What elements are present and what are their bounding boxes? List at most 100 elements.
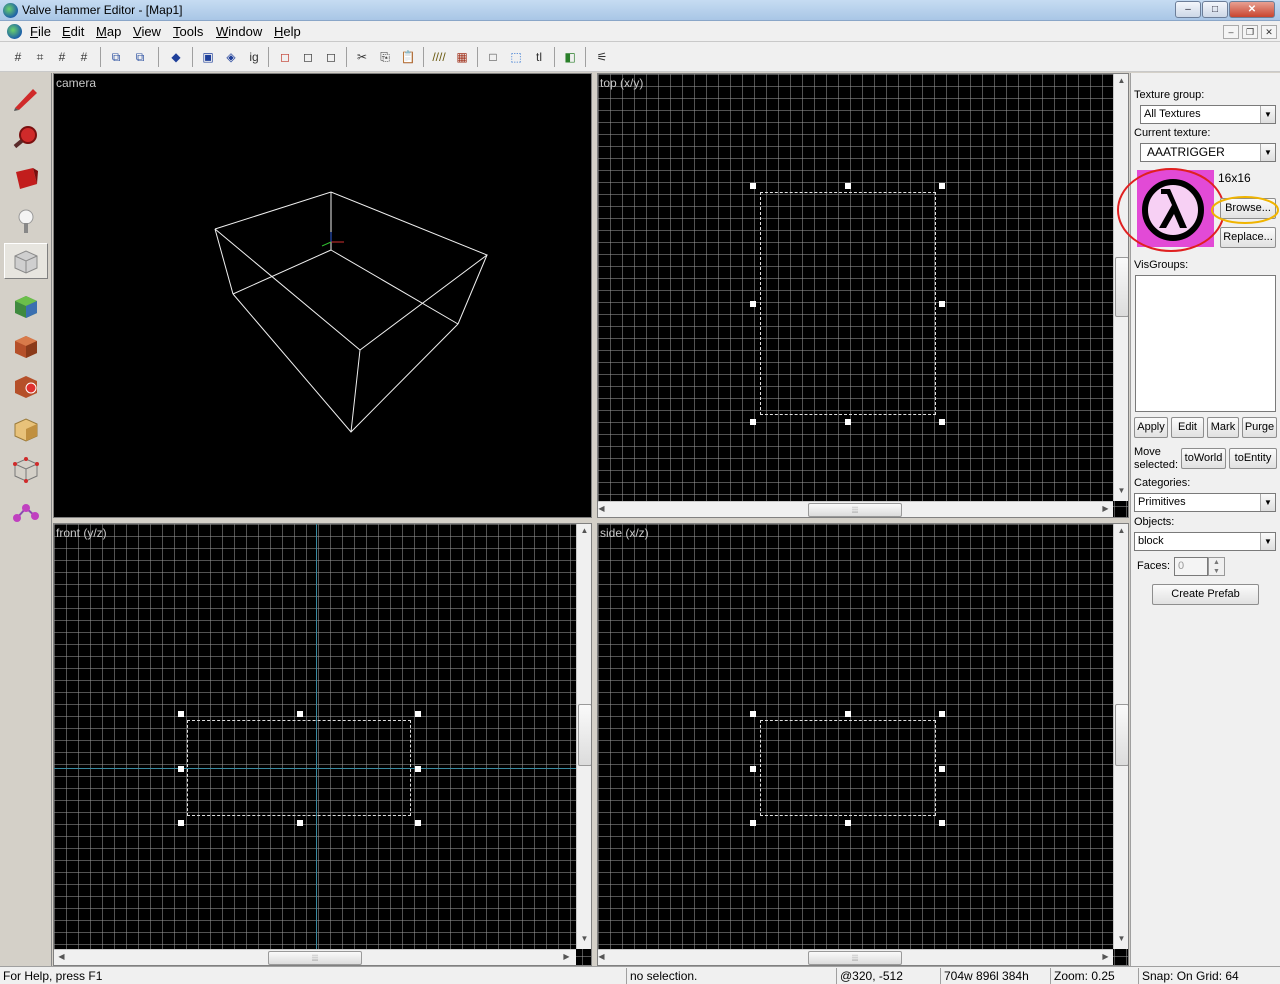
scroll-down-icon[interactable]: ▼ [1114, 934, 1128, 943]
visgroups-list[interactable] [1135, 275, 1276, 412]
magnify-tool-icon[interactable] [4, 120, 48, 156]
to-entity-button[interactable]: toEntity [1229, 448, 1277, 469]
show-hidden-icon[interactable]: ◻ [298, 47, 318, 67]
flip-icon[interactable]: ◧ [560, 47, 580, 67]
top-vscroll-thumb[interactable] [1115, 257, 1128, 317]
side-viewport[interactable]: side (x/z) ▲ ▼ ◀ ⦙⦙⦙ ▶ [597, 523, 1129, 966]
camera-viewport[interactable]: camera [53, 73, 592, 518]
front-horizontal-scrollbar[interactable]: ◀ ⦙⦙⦙ ▶ [54, 949, 576, 965]
resize-handle[interactable] [297, 820, 303, 826]
menu-tools[interactable]: Tools [173, 24, 203, 39]
resize-handle[interactable] [939, 419, 945, 425]
side-vertical-scrollbar[interactable]: ▲ ▼ [1113, 524, 1128, 949]
scroll-down-icon[interactable]: ▼ [577, 934, 591, 943]
resize-handle[interactable] [750, 301, 756, 307]
clipping-tool-icon[interactable] [4, 411, 48, 447]
resize-handle[interactable] [297, 711, 303, 717]
transform-icon[interactable]: tl [529, 47, 549, 67]
scroll-right-icon[interactable]: ▶ [1098, 952, 1113, 961]
group-icon[interactable]: ⧉ [106, 47, 126, 67]
categories-select[interactable]: Primitives ▼ [1134, 493, 1276, 512]
select-region-icon[interactable]: ⬚ [506, 47, 526, 67]
resize-handle[interactable] [415, 711, 421, 717]
side-horizontal-scrollbar[interactable]: ◀ ⦙⦙⦙ ▶ [598, 949, 1113, 965]
scroll-left-icon[interactable]: ◀ [54, 952, 69, 961]
close-button[interactable]: ✕ [1229, 1, 1275, 18]
scroll-up-icon[interactable]: ▲ [1114, 76, 1128, 85]
resize-handle[interactable] [178, 820, 184, 826]
apply-button[interactable]: Apply [1134, 417, 1168, 438]
selection-bounds[interactable] [187, 720, 411, 816]
resize-handle[interactable] [845, 820, 851, 826]
current-texture-select[interactable]: AAATRIGGER ▼ [1140, 143, 1276, 162]
top-hscroll-thumb[interactable]: ⦙⦙⦙ [808, 503, 902, 517]
mdi-close-button[interactable]: ✕ [1261, 25, 1277, 39]
chevron-down-icon[interactable]: ▼ [1260, 144, 1275, 161]
hide-items-icon[interactable]: ◻ [275, 47, 295, 67]
top-horizontal-scrollbar[interactable]: ◀ ⦙⦙⦙ ▶ [598, 501, 1113, 517]
resize-handle[interactable] [415, 820, 421, 826]
selection-tool-icon[interactable] [4, 80, 48, 116]
resize-handle[interactable] [939, 766, 945, 772]
scroll-down-icon[interactable]: ▼ [1114, 486, 1128, 495]
maximize-button[interactable]: □ [1202, 1, 1228, 18]
side-vscroll-thumb[interactable] [1115, 704, 1128, 766]
hollow-icon[interactable]: ▣ [198, 47, 218, 67]
resize-handle[interactable] [845, 711, 851, 717]
decals-icon[interactable]: ▦ [452, 47, 472, 67]
menu-edit[interactable]: Edit [62, 24, 84, 39]
path-tool-icon[interactable] [4, 494, 48, 530]
selection-bounds[interactable] [760, 192, 936, 415]
scroll-right-icon[interactable]: ▶ [1098, 504, 1113, 513]
resize-handle[interactable] [939, 711, 945, 717]
resize-handle[interactable] [415, 766, 421, 772]
front-vertical-scrollbar[interactable]: ▲ ▼ [576, 524, 591, 949]
resize-handle[interactable] [750, 183, 756, 189]
create-prefab-button[interactable]: Create Prefab [1152, 584, 1259, 605]
selection-box-icon[interactable]: □ [483, 47, 503, 67]
replace-button[interactable]: Replace... [1220, 227, 1276, 248]
chevron-down-icon[interactable]: ▼ [1260, 106, 1275, 123]
grid-3d-icon[interactable]: ⌗ [30, 47, 50, 67]
resize-handle[interactable] [939, 301, 945, 307]
minimize-button[interactable]: – [1175, 1, 1201, 18]
copy-icon[interactable]: ⎘ [375, 47, 395, 67]
menu-map[interactable]: Map [96, 24, 121, 39]
objects-select[interactable]: block ▼ [1134, 532, 1276, 551]
paste-icon[interactable]: 📋 [398, 47, 418, 67]
scroll-up-icon[interactable]: ▲ [577, 526, 591, 535]
resize-handle[interactable] [845, 419, 851, 425]
side-hscroll-thumb[interactable]: ⦙⦙⦙ [808, 951, 902, 965]
grid-smaller-icon[interactable]: # [52, 47, 72, 67]
mdi-restore-button[interactable]: ❐ [1242, 25, 1258, 39]
block-tool-icon[interactable] [4, 243, 48, 279]
menu-help[interactable]: Help [274, 24, 301, 39]
scroll-left-icon[interactable]: ◀ [598, 952, 609, 961]
grid-toggle-icon[interactable]: # [8, 47, 28, 67]
entity-tool-icon[interactable] [4, 203, 48, 239]
to-world-button[interactable]: toWorld [1181, 448, 1226, 469]
ungroup-icon[interactable]: ⧉ [130, 47, 150, 67]
apply-texture-icon[interactable] [4, 328, 48, 364]
texture-application-icon[interactable] [4, 288, 48, 324]
grid-larger-icon[interactable]: # [74, 47, 94, 67]
texture-app-icon[interactable]: //// [429, 47, 449, 67]
menu-view[interactable]: View [133, 24, 161, 39]
top-viewport[interactable]: top (x/y) ▲ ▼ ◀ ⦙⦙⦙ ▶ [597, 73, 1129, 518]
resize-handle[interactable] [750, 711, 756, 717]
cut-icon[interactable]: ✂ [352, 47, 372, 67]
edit-visgroups-icon[interactable]: ◻ [321, 47, 341, 67]
mark-button[interactable]: Mark [1207, 417, 1239, 438]
selection-bounds[interactable] [760, 720, 936, 816]
resize-handle[interactable] [750, 419, 756, 425]
scroll-up-icon[interactable]: ▲ [1114, 526, 1128, 535]
chevron-down-icon[interactable]: ▼ [1260, 494, 1275, 511]
ignore-groups-icon[interactable]: ig [244, 47, 264, 67]
edit-button[interactable]: Edit [1171, 417, 1204, 438]
resize-handle[interactable] [750, 766, 756, 772]
menu-file[interactable]: File [30, 24, 51, 39]
camera-tool-icon[interactable] [4, 160, 48, 196]
mdi-minimize-button[interactable]: – [1223, 25, 1239, 39]
scroll-right-icon[interactable]: ▶ [559, 952, 574, 961]
resize-handle[interactable] [939, 183, 945, 189]
